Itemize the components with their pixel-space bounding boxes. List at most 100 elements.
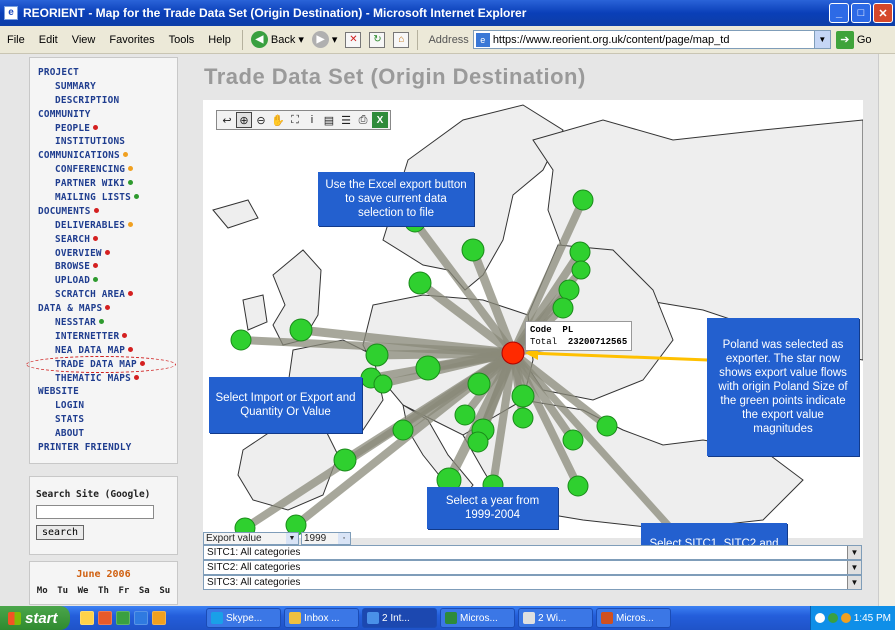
nav-item-conferencing[interactable]: CONFERENCING — [38, 163, 177, 177]
nav-item-documents[interactable]: DOCUMENTS — [38, 205, 177, 219]
nav-item-overview[interactable]: OVERVIEW — [38, 247, 177, 261]
nav-item-search[interactable]: SEARCH — [38, 233, 177, 247]
destination-point[interactable] — [596, 415, 618, 437]
nav-item-communications[interactable]: COMMUNICATIONS — [38, 149, 177, 163]
forward-button[interactable]: ▶ ▾ — [308, 31, 342, 48]
origin-poland-marker[interactable] — [501, 341, 525, 365]
nav-item-description[interactable]: DESCRIPTION — [38, 94, 177, 108]
sitc2-select[interactable]: SITC2: All categories ▼ — [203, 560, 862, 575]
task-skype[interactable]: Skype... — [206, 608, 281, 628]
destination-point[interactable] — [454, 404, 476, 426]
nav-item-mailing-lists[interactable]: MAILING LISTS — [38, 191, 177, 205]
measure-select[interactable]: Export value ▼ — [203, 532, 299, 545]
nav-item-browse[interactable]: BROWSE — [38, 260, 177, 274]
sitc3-select[interactable]: SITC3: All categories ▼ — [203, 575, 862, 590]
nav-item-data-maps[interactable]: DATA & MAPS — [38, 302, 177, 316]
search-button[interactable]: search — [36, 525, 84, 540]
task-inbox[interactable]: Inbox ... — [284, 608, 359, 628]
destination-point[interactable] — [511, 384, 535, 408]
close-button[interactable]: ✕ — [873, 3, 893, 23]
home-button[interactable]: ⌂ — [389, 31, 413, 48]
destination-point[interactable] — [571, 260, 591, 280]
menu-view[interactable]: View — [65, 34, 103, 46]
quicklaunch-icon[interactable] — [116, 611, 130, 625]
destination-point[interactable] — [289, 318, 313, 342]
sitc1-select[interactable]: SITC1: All categories ▼ — [203, 545, 862, 560]
destination-point[interactable] — [408, 271, 432, 295]
destination-point[interactable] — [392, 419, 414, 441]
destination-point[interactable] — [572, 189, 594, 211]
destination-point[interactable] — [467, 431, 489, 453]
destination-point[interactable] — [567, 475, 589, 497]
zoom-out-icon[interactable]: ⊖ — [253, 112, 269, 128]
menu-tools[interactable]: Tools — [162, 34, 202, 46]
start-button[interactable]: start — [0, 606, 70, 630]
go-button[interactable]: ➔ Go — [835, 30, 872, 49]
year-select[interactable]: 1999 ◦ — [301, 532, 351, 545]
stop-button[interactable]: ✕ — [341, 31, 365, 48]
nav-item-printer-friendly[interactable]: PRINTER FRIENDLY — [38, 441, 177, 455]
task-excel[interactable]: Micros... — [440, 608, 515, 628]
nav-item-deliverables[interactable]: DELIVERABLES — [38, 219, 177, 233]
nav-item-people[interactable]: PEOPLE — [38, 122, 177, 136]
quicklaunch-icon[interactable] — [80, 611, 94, 625]
nav-item-thematic-maps[interactable]: THEMATIC MAPS — [38, 372, 177, 386]
destination-point[interactable] — [461, 238, 485, 262]
nav-item-website[interactable]: WEBSITE — [38, 385, 177, 399]
minimize-button[interactable]: _ — [829, 3, 849, 23]
destination-point[interactable] — [467, 372, 491, 396]
nav-item-login[interactable]: LOGIN — [38, 399, 177, 413]
nav-item-about[interactable]: ABOUT — [38, 427, 177, 441]
quicklaunch-icon[interactable] — [98, 611, 112, 625]
back-button[interactable]: ◀ Back ▾ — [247, 31, 308, 48]
destination-point[interactable] — [365, 343, 389, 367]
maximize-button[interactable]: □ — [851, 3, 871, 23]
task-ie[interactable]: 2 Int... — [362, 608, 437, 628]
back-tool-icon[interactable]: ↩ — [219, 112, 235, 128]
destination-point[interactable] — [512, 407, 534, 429]
menu-favorites[interactable]: Favorites — [102, 34, 161, 46]
info-icon[interactable]: i — [304, 112, 320, 128]
nav-item-summary[interactable]: SUMMARY — [38, 80, 177, 94]
print-icon[interactable]: ⎙ — [355, 112, 371, 128]
quicklaunch-icon[interactable] — [134, 611, 148, 625]
nav-item-institutions[interactable]: INSTITUTIONS — [38, 135, 177, 149]
nav-item-project[interactable]: PROJECT — [38, 66, 177, 80]
nav-item-community[interactable]: COMMUNITY — [38, 108, 177, 122]
nav-item-stats[interactable]: STATS — [38, 413, 177, 427]
nav-item-internetter[interactable]: INTERNETTER — [38, 330, 177, 344]
destination-point[interactable] — [415, 355, 441, 381]
refresh-button[interactable]: ↻ — [365, 31, 389, 48]
destination-point[interactable] — [373, 374, 393, 394]
task-windows[interactable]: 2 Wi... — [518, 608, 593, 628]
destination-point[interactable] — [558, 279, 580, 301]
zoom-in-icon[interactable]: ⊕ — [236, 112, 252, 128]
list-icon[interactable]: ☰ — [338, 112, 354, 128]
destination-point[interactable] — [230, 329, 252, 351]
excel-export-icon[interactable]: X — [372, 112, 388, 128]
destination-point[interactable] — [569, 241, 591, 263]
tray-icon[interactable] — [814, 613, 825, 623]
tray-icon[interactable] — [840, 613, 851, 623]
vertical-scrollbar[interactable] — [878, 54, 895, 606]
search-input[interactable] — [36, 505, 154, 519]
address-url[interactable]: https://www.reorient.org.uk/content/page… — [493, 34, 814, 46]
task-powerpoint[interactable]: Micros... — [596, 608, 671, 628]
nav-item-scratch-area[interactable]: SCRATCH AREA — [38, 288, 177, 302]
full-extent-icon[interactable]: ⛶ — [287, 112, 303, 128]
nav-item-upload[interactable]: UPLOAD — [38, 274, 177, 288]
destination-point[interactable] — [562, 429, 584, 451]
nav-item-nesstar[interactable]: NESSTAR — [38, 316, 177, 330]
pan-hand-icon[interactable]: ✋ — [270, 112, 286, 128]
address-bar[interactable]: e https://www.reorient.org.uk/content/pa… — [472, 30, 831, 49]
quicklaunch-icon[interactable] — [152, 611, 166, 625]
address-dropdown-icon[interactable]: ▼ — [813, 31, 830, 48]
tray-icon[interactable] — [827, 613, 838, 623]
menu-file[interactable]: File — [0, 34, 32, 46]
menu-help[interactable]: Help — [201, 34, 238, 46]
nav-item-partner-wiki[interactable]: PARTNER WIKI — [38, 177, 177, 191]
destination-point[interactable] — [333, 448, 357, 472]
legend-icon[interactable]: ▤ — [321, 112, 337, 128]
menu-edit[interactable]: Edit — [32, 34, 65, 46]
destination-point[interactable] — [552, 297, 574, 319]
